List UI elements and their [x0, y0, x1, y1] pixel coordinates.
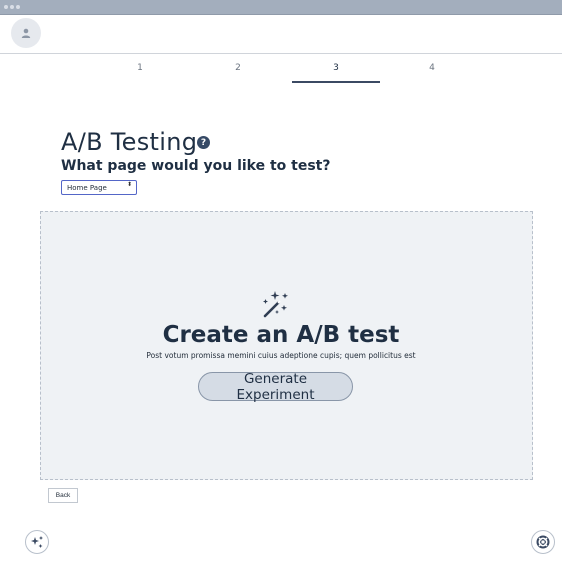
stepper: 1 2 3 4 — [96, 63, 476, 83]
back-button[interactable]: Back — [48, 488, 78, 503]
select-arrows-icon: ⬍ — [126, 181, 132, 188]
window-dot — [4, 5, 8, 9]
window-dot — [10, 5, 14, 9]
assistant-button[interactable] — [25, 530, 49, 554]
page-question: What page would you like to test? — [61, 158, 331, 174]
user-icon — [21, 28, 31, 38]
step-2[interactable]: 2 — [194, 63, 282, 81]
empty-state-title: Create an A/B test — [162, 322, 400, 348]
support-button[interactable] — [531, 530, 555, 554]
step-3[interactable]: 3 — [292, 63, 380, 83]
help-icon[interactable]: ? — [197, 136, 210, 149]
step-1[interactable]: 1 — [96, 63, 184, 81]
empty-state-description: Post votum promissa memini cuius adeptio… — [146, 351, 416, 360]
window-dot — [16, 5, 20, 9]
top-bar — [0, 15, 562, 54]
page-title: A/B Testing — [61, 128, 198, 156]
step-4[interactable]: 4 — [388, 63, 476, 81]
page-select[interactable]: Home Page ⬍ — [61, 180, 137, 195]
avatar[interactable] — [11, 18, 41, 48]
page-select-value: Home Page — [67, 184, 107, 192]
sparkles-icon — [31, 536, 43, 548]
generate-experiment-button[interactable]: Generate Experiment — [198, 371, 353, 403]
window-titlebar — [0, 0, 562, 15]
lifebuoy-icon — [536, 535, 550, 549]
magic-wand-icon — [263, 291, 288, 318]
